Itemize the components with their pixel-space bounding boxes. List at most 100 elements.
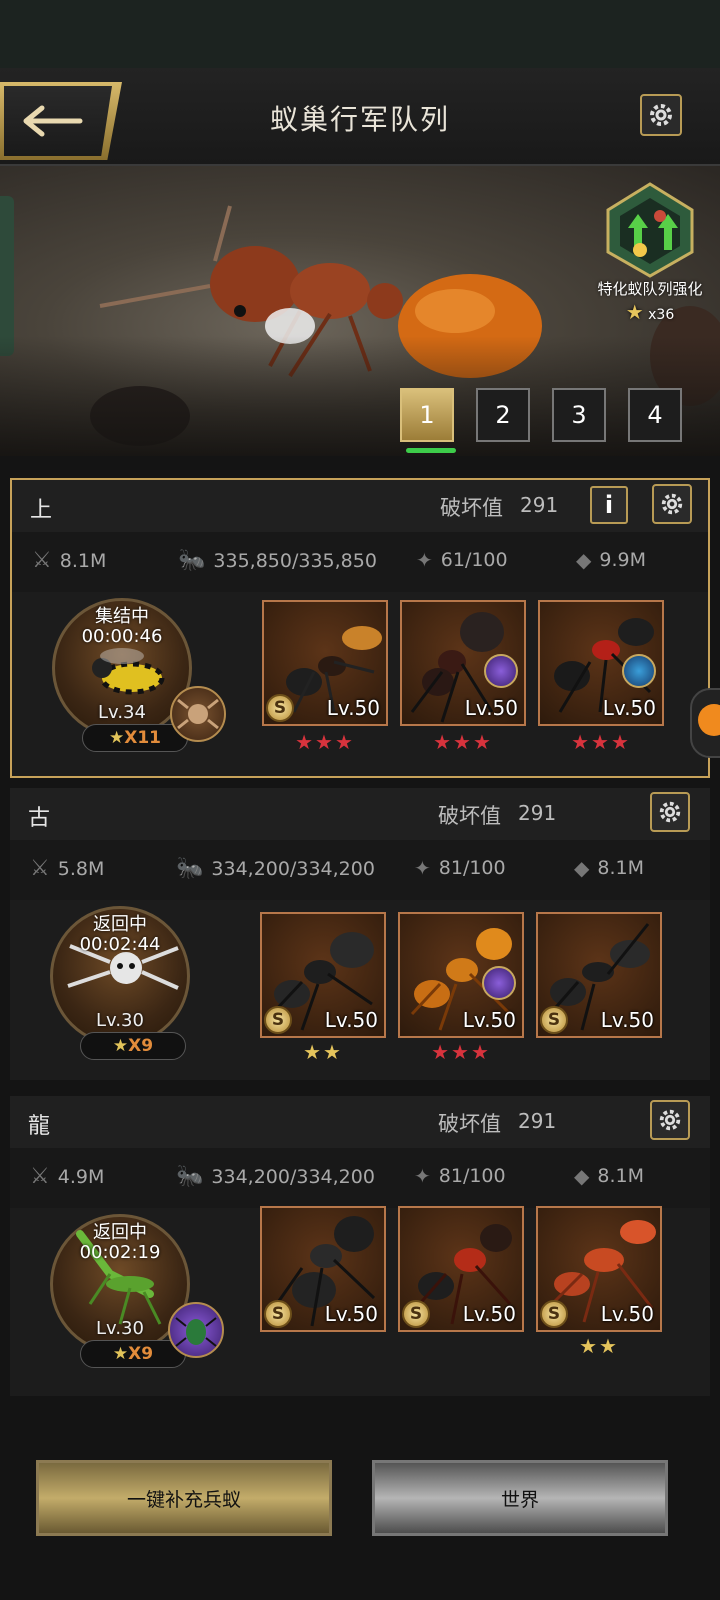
- page-title: 蚁巢行军队列: [269, 103, 450, 136]
- carry-icon: ◆: [574, 856, 590, 880]
- beetle-icon: ✦: [414, 856, 431, 880]
- stat-power: ⚔ 5.8M: [30, 856, 105, 881]
- stat-capacity: ◆ 9.9M: [576, 548, 646, 572]
- queue-tab-1[interactable]: 1: [400, 388, 454, 442]
- s-rank-badge: S: [540, 1300, 568, 1328]
- special-boost-label: 特化蚁队列强化: [597, 280, 703, 298]
- squad-stats: ⚔ 5.8M 🐜 334,200/334,200 ✦ 81/100 ◆ 8.1M: [10, 840, 710, 900]
- troop-card[interactable]: S Lv.50: [260, 1206, 386, 1332]
- hero-level: Lv.30: [96, 1010, 144, 1031]
- card-level: Lv.50: [462, 1008, 516, 1032]
- card-stars: ★★★: [571, 730, 631, 754]
- mascot-icon: [698, 704, 720, 736]
- s-rank-badge: S: [264, 1006, 292, 1034]
- squad-name: 古: [28, 806, 51, 831]
- stat-power: ⚔ 4.9M: [30, 1164, 105, 1189]
- destroy-label: 破坏值: [438, 804, 501, 828]
- squad-panel[interactable]: 古 破坏值 291 ⚔ 5.8M 🐜 334,200/334,200 ✦ 81/…: [10, 788, 710, 1080]
- destroy-label: 破坏值: [438, 1112, 501, 1136]
- special-boost-count: ★ x36: [625, 300, 675, 324]
- hero-portrait[interactable]: 返回中 00:02:44 Lv.30 ★X9: [50, 906, 200, 1060]
- card-stars: ★★★: [433, 730, 493, 754]
- troop-card[interactable]: Lv.50: [398, 912, 524, 1038]
- troop-card[interactable]: S Lv.50: [260, 912, 386, 1038]
- stat-capacity: ◆ 8.1M: [574, 1164, 644, 1188]
- card-level: Lv.50: [600, 1008, 654, 1032]
- hero-timer: 00:00:46: [81, 626, 163, 647]
- hero-portrait[interactable]: 返回中 00:02:19 Lv.30 ★X9: [50, 1214, 224, 1368]
- skill-badge: [482, 966, 516, 1000]
- beetle-icon: ✦: [416, 548, 433, 572]
- stat-troops: 🐜 334,200/334,200: [176, 856, 375, 881]
- stat-power: ⚔ 8.1M: [32, 548, 107, 573]
- hero-portrait[interactable]: 集结中 00:00:46 Lv.34 ★X11: [52, 598, 226, 752]
- troop-card[interactable]: S Lv.50: [262, 600, 388, 726]
- stat-capacity: ◆ 8.1M: [574, 856, 644, 880]
- card-stars: ★★: [579, 1334, 619, 1358]
- crossed-swords-icon: ⚔: [30, 856, 50, 881]
- hero-timer: 00:02:19: [79, 1242, 161, 1263]
- s-rank-badge: S: [540, 1006, 568, 1034]
- squad-name: 龍: [28, 1114, 51, 1139]
- s-rank-badge: S: [402, 1300, 430, 1328]
- boost-emblem-icon: [606, 182, 694, 278]
- destroy-label: 破坏值: [440, 496, 503, 520]
- world-button[interactable]: 世界: [372, 1460, 668, 1536]
- troop-card[interactable]: Lv.50: [538, 600, 664, 726]
- squad-settings-button[interactable]: [650, 792, 690, 832]
- card-level: Lv.50: [324, 1008, 378, 1032]
- queue-tab-3[interactable]: 3: [552, 388, 606, 442]
- stat-troops: 🐜 335,850/335,850: [178, 548, 377, 573]
- ant-icon: 🐜: [178, 548, 206, 573]
- troop-card[interactable]: Lv.50: [400, 600, 526, 726]
- squad-panel[interactable]: 上 破坏值 291 i ⚔ 8.1M 🐜 335,850/335,850 ✦ 6…: [10, 478, 710, 778]
- card-level: Lv.50: [464, 696, 518, 720]
- special-queue-boost[interactable]: 特化蚁队列强化 ★ x36: [580, 180, 720, 330]
- queue-tab-2[interactable]: 2: [476, 388, 530, 442]
- troop-card[interactable]: S Lv.50: [536, 1206, 662, 1332]
- squad-settings-button[interactable]: [650, 1100, 690, 1140]
- hero-star-count: ★X9: [80, 1032, 186, 1060]
- queue-tab-4[interactable]: 4: [628, 388, 682, 442]
- stat-load: ✦ 81/100: [414, 856, 506, 880]
- destroy-value: 291: [518, 801, 557, 825]
- skill-badge: [484, 654, 518, 688]
- card-level: Lv.50: [326, 696, 380, 720]
- star-icon: ★: [112, 1036, 129, 1056]
- troop-card[interactable]: S Lv.50: [398, 1206, 524, 1332]
- star-icon: ★: [625, 300, 644, 324]
- carry-icon: ◆: [576, 548, 592, 572]
- hero-companion-badge: [168, 1302, 224, 1358]
- refill-troops-button[interactable]: 一键补充兵蚁: [36, 1460, 332, 1536]
- settings-button[interactable]: [640, 94, 682, 136]
- gear-icon: [650, 104, 672, 126]
- squad-settings-button[interactable]: [652, 484, 692, 524]
- ant-icon: 🐜: [176, 1164, 204, 1189]
- star-icon: ★: [112, 1344, 129, 1364]
- gear-icon: [659, 801, 681, 823]
- troop-card[interactable]: S Lv.50: [536, 912, 662, 1038]
- skill-badge: [622, 654, 656, 688]
- active-tab-indicator: [406, 448, 456, 453]
- hero-status: 返回中: [93, 1222, 147, 1243]
- squad-header: 古 破坏值 291: [10, 788, 710, 840]
- assistant-mascot-button[interactable]: [690, 688, 720, 758]
- s-rank-badge: S: [264, 1300, 292, 1328]
- hero-timer: 00:02:44: [79, 934, 161, 955]
- gear-icon: [661, 493, 683, 515]
- gear-icon: [659, 1109, 681, 1131]
- card-level: Lv.50: [462, 1302, 516, 1326]
- squad-stats: ⚔ 8.1M 🐜 335,850/335,850 ✦ 61/100 ◆ 9.9M: [12, 532, 708, 592]
- spider-companion-icon: [177, 698, 219, 730]
- carry-icon: ◆: [574, 1164, 590, 1188]
- beetle-icon: ✦: [414, 1164, 431, 1188]
- card-stars: ★★★: [295, 730, 355, 754]
- card-level: Lv.50: [602, 696, 656, 720]
- info-button[interactable]: i: [590, 486, 628, 524]
- card-level: Lv.50: [600, 1302, 654, 1326]
- beetle-companion-icon: [175, 1317, 217, 1347]
- squad-stats: ⚔ 4.9M 🐜 334,200/334,200 ✦ 81/100 ◆ 8.1M: [10, 1148, 710, 1208]
- squad-panel[interactable]: 龍 破坏值 291 ⚔ 4.9M 🐜 334,200/334,200 ✦ 81/…: [10, 1096, 710, 1396]
- card-level: Lv.50: [324, 1302, 378, 1326]
- hero-status: 返回中: [93, 914, 147, 935]
